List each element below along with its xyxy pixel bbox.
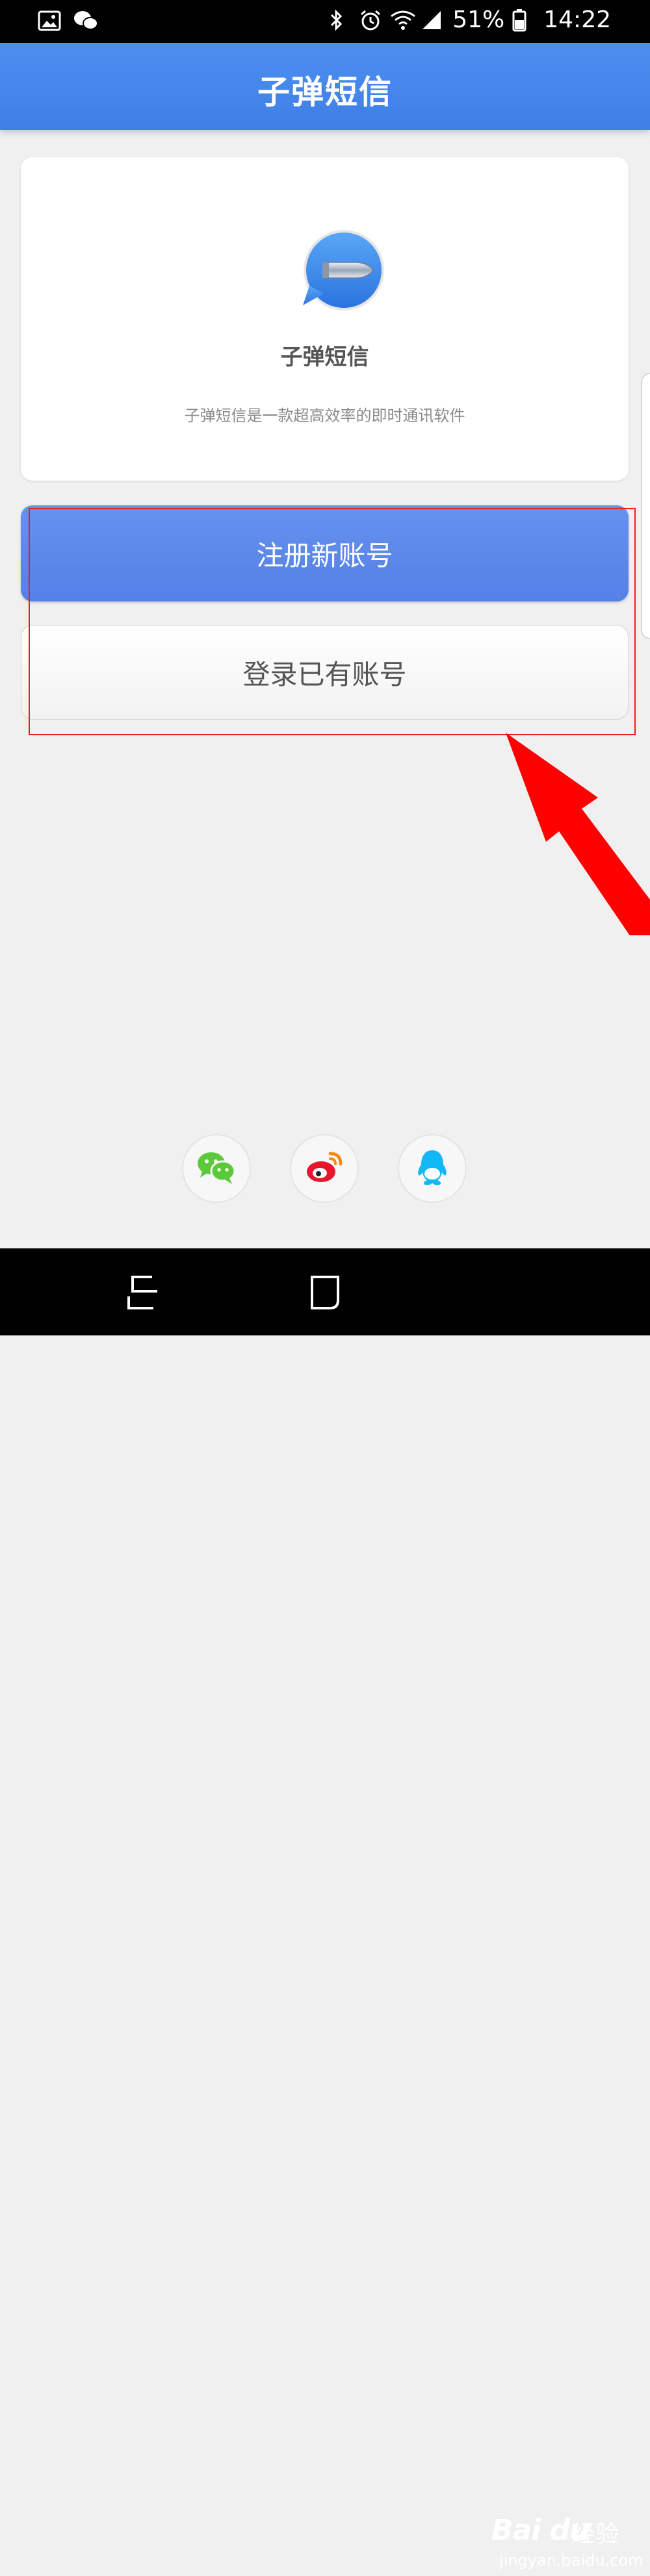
annotation-arrow: [506, 733, 650, 935]
weibo-icon: [304, 1150, 344, 1187]
wechat-login-button[interactable]: [182, 1134, 251, 1203]
wifi-icon: [390, 8, 416, 32]
wechat-notification-icon: [73, 9, 98, 32]
back-nav-icon[interactable]: [124, 1274, 162, 1311]
watermark-text: 经验: [572, 2521, 619, 2547]
wechat-icon: [196, 1149, 237, 1188]
bullet-message-logo-icon: [300, 229, 387, 316]
battery-percent: 51%: [452, 6, 505, 33]
page-title: 子弹短信: [257, 73, 393, 111]
bluetooth-icon: [328, 8, 351, 32]
system-navigation-bar: Bai du 经验 jingyan.baidu.com: [0, 1248, 650, 2570]
gallery-icon: [38, 9, 61, 32]
app-header: 子弹短信: [0, 43, 650, 130]
app-name: 子弹短信: [280, 344, 369, 370]
status-bar: 51% 14:22: [0, 0, 650, 43]
baidu-jingyan-watermark: Bai du 经验 jingyan.baidu.com: [491, 2511, 643, 2576]
annotation-highlight-box: [29, 508, 636, 735]
watermark-url: jingyan.baidu.com: [499, 2551, 644, 2570]
qq-icon: [415, 1148, 450, 1189]
signal-icon: [421, 8, 445, 32]
app-description: 子弹短信是一款超高效率的即时通讯软件: [184, 407, 465, 425]
edge-panel-handle[interactable]: [641, 373, 650, 639]
qq-login-button[interactable]: [398, 1134, 467, 1203]
alarm-icon: [359, 8, 382, 32]
clock-time: 14:22: [543, 6, 611, 33]
app-info-card: 子弹短信 子弹短信是一款超高效率的即时通讯软件: [21, 157, 629, 481]
battery-icon: [512, 8, 536, 32]
home-nav-icon[interactable]: [306, 1274, 344, 1311]
weibo-login-button[interactable]: [290, 1134, 359, 1203]
